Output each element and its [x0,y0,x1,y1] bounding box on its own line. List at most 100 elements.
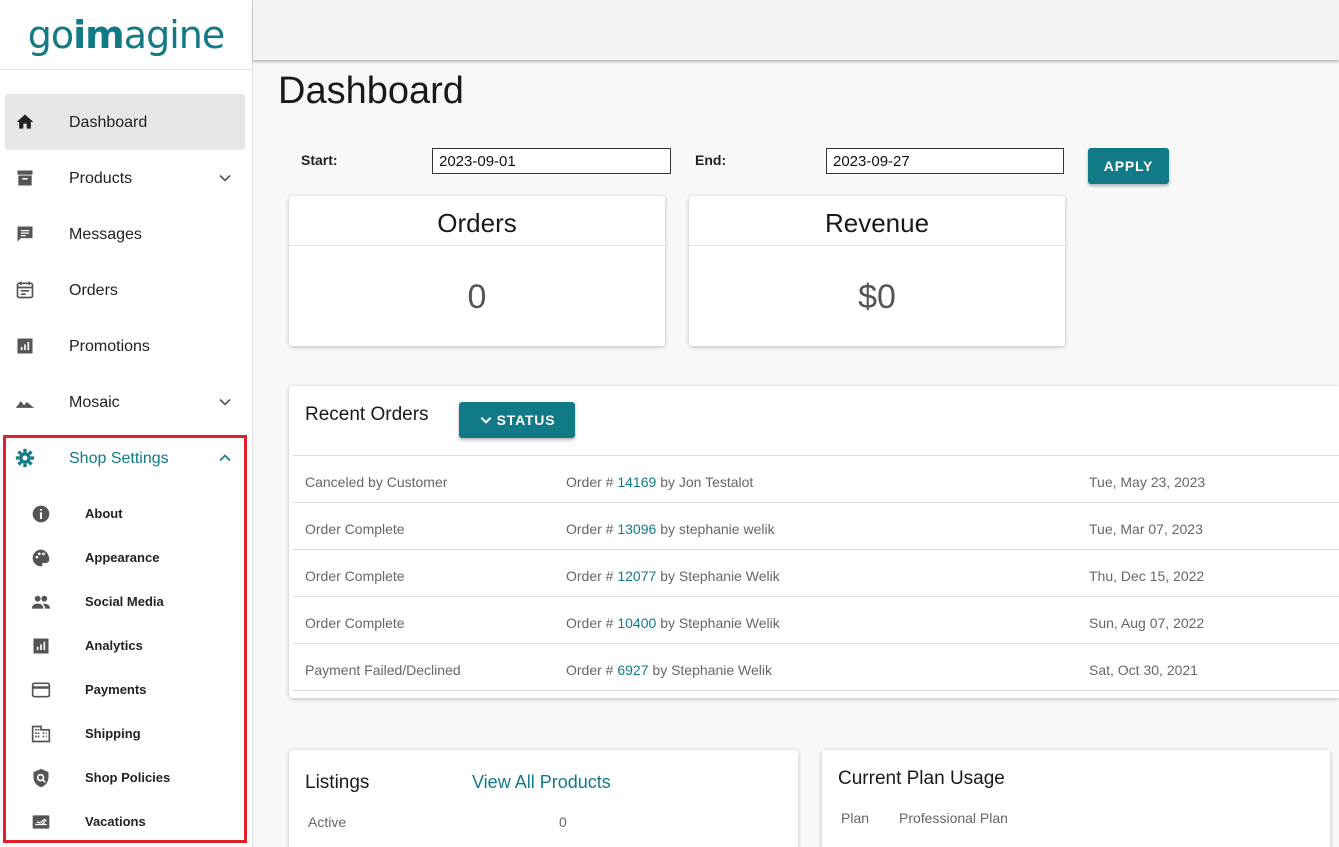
order-date: Sun, Aug 07, 2022 [1089,615,1204,631]
sidebar-item-products[interactable]: Products [5,150,245,206]
chevron-down-icon[interactable] [215,392,235,412]
order-info: Order # 12077 by Stephanie Welik [566,568,780,584]
status-filter-button[interactable]: STATUS [459,402,575,438]
sidebar-item-orders[interactable]: Orders [5,262,245,318]
subitem-label: Vacations [85,814,146,829]
recent-orders-title: Recent Orders [305,404,429,426]
sidebar-item-dashboard[interactable]: Dashboard [5,94,245,150]
top-bar [253,0,1339,60]
revenue-card: Revenue $0 [689,196,1065,346]
calendar-icon [15,280,35,300]
archive-icon [15,168,35,188]
sidebar-subitem-social-media[interactable]: Social Media [5,582,235,622]
sidebar-item-shop-settings[interactable]: Shop Settings [5,430,245,486]
subitem-label: Shop Policies [85,770,170,785]
sidebar-subitem-appearance[interactable]: Appearance [5,538,235,578]
chart-icon [15,336,35,356]
divider [289,245,665,246]
subitem-label: About [85,506,123,521]
sidebar-item-label: Shop Settings [69,450,169,468]
subitem-label: Shipping [85,726,141,741]
table-row[interactable]: Order Complete Order # 12077 by Stephani… [293,550,1339,597]
start-label: Start: [301,152,338,168]
order-number-link[interactable]: 14169 [617,474,656,490]
active-label: Active [308,814,346,830]
table-row[interactable]: Payment Failed/Declined Order # 6927 by … [293,644,1339,691]
order-info: Order # 14169 by Jon Testalot [566,474,753,490]
divider [689,245,1065,246]
revenue-amount: $0 [689,278,1065,317]
sidebar-item-messages[interactable]: Messages [5,206,245,262]
chevron-down-icon[interactable] [215,168,235,188]
recent-orders-card: Recent Orders STATUS Canceled by Custome… [289,386,1339,698]
order-info: Order # 6927 by Stephanie Welik [566,662,772,678]
sidebar-subitem-shipping[interactable]: Shipping [5,714,235,754]
order-status: Order Complete [305,615,405,631]
page-title: Dashboard [278,70,464,113]
sidebar-item-label: Orders [69,282,118,300]
order-number-link[interactable]: 10400 [617,615,656,631]
listings-card: Listings View All Products Active 0 [289,750,798,847]
plane-icon [31,812,51,832]
order-info: Order # 10400 by Stephanie Welik [566,615,780,631]
order-date: Tue, May 23, 2023 [1089,474,1205,490]
sidebar-item-mosaic[interactable]: Mosaic [5,374,245,430]
sidebar-subitem-payments[interactable]: Payments [5,670,235,710]
sidebar-subitem-shop-policies[interactable]: Shop Policies [5,758,235,798]
subitem-label: Social Media [85,594,164,609]
active-count: 0 [559,814,567,830]
message-icon [15,224,35,244]
building-icon [31,724,51,744]
sidebar: goimagine Dashboard Products Messages Or… [0,0,253,847]
order-number-link[interactable]: 13096 [617,521,656,537]
start-date-input[interactable] [432,148,671,174]
end-label: End: [695,152,726,168]
sidebar-subitem-vacations[interactable]: Vacations [5,802,235,842]
gear-icon [15,448,35,468]
sidebar-item-label: Dashboard [69,114,147,132]
sidebar-subitem-about[interactable]: About [5,494,235,534]
status-button-label: STATUS [497,412,556,428]
sidebar-item-label: Products [69,170,132,188]
goimagine-logo[interactable]: goimagine [0,0,252,70]
plan-usage-card: Current Plan Usage Plan Professional Pla… [822,750,1330,847]
order-number-link[interactable]: 6927 [617,662,648,678]
sidebar-item-label: Messages [69,226,142,244]
analytics-icon [31,636,51,656]
sidebar-item-label: Promotions [69,338,150,356]
palette-icon [31,548,51,568]
sidebar-item-promotions[interactable]: Promotions [5,318,245,374]
order-info: Order # 13096 by stephanie welik [566,521,775,537]
home-icon [15,112,35,132]
credit-card-icon [31,680,51,700]
orders-count: 0 [289,278,665,317]
revenue-card-title: Revenue [689,208,1065,239]
table-row[interactable]: Order Complete Order # 10400 by Stephani… [293,597,1339,644]
subitem-label: Analytics [85,638,143,653]
chevron-up-icon[interactable] [215,448,235,468]
view-all-products-link[interactable]: View All Products [472,772,611,793]
orders-card-title: Orders [289,208,665,239]
policy-icon [31,768,51,788]
end-date-input[interactable] [826,148,1064,174]
info-icon [31,504,51,524]
chevron-down-icon [479,413,493,427]
plan-usage-title: Current Plan Usage [838,768,1005,790]
order-status: Order Complete [305,568,405,584]
apply-button[interactable]: APPLY [1088,148,1169,184]
sidebar-item-label: Mosaic [69,394,120,412]
order-date: Thu, Dec 15, 2022 [1089,568,1204,584]
plan-value: Professional Plan [899,810,1008,826]
order-date: Tue, Mar 07, 2023 [1089,521,1203,537]
landscape-icon [15,392,35,412]
subitem-label: Payments [85,682,146,697]
table-row[interactable]: Order Complete Order # 13096 by stephani… [293,503,1339,550]
listings-title: Listings [305,772,369,794]
people-icon [31,592,51,612]
plan-label: Plan [841,810,869,826]
order-status: Payment Failed/Declined [305,662,461,678]
orders-card: Orders 0 [289,196,665,346]
sidebar-subitem-analytics[interactable]: Analytics [5,626,235,666]
table-row[interactable]: Canceled by Customer Order # 14169 by Jo… [293,456,1339,503]
order-number-link[interactable]: 12077 [617,568,656,584]
